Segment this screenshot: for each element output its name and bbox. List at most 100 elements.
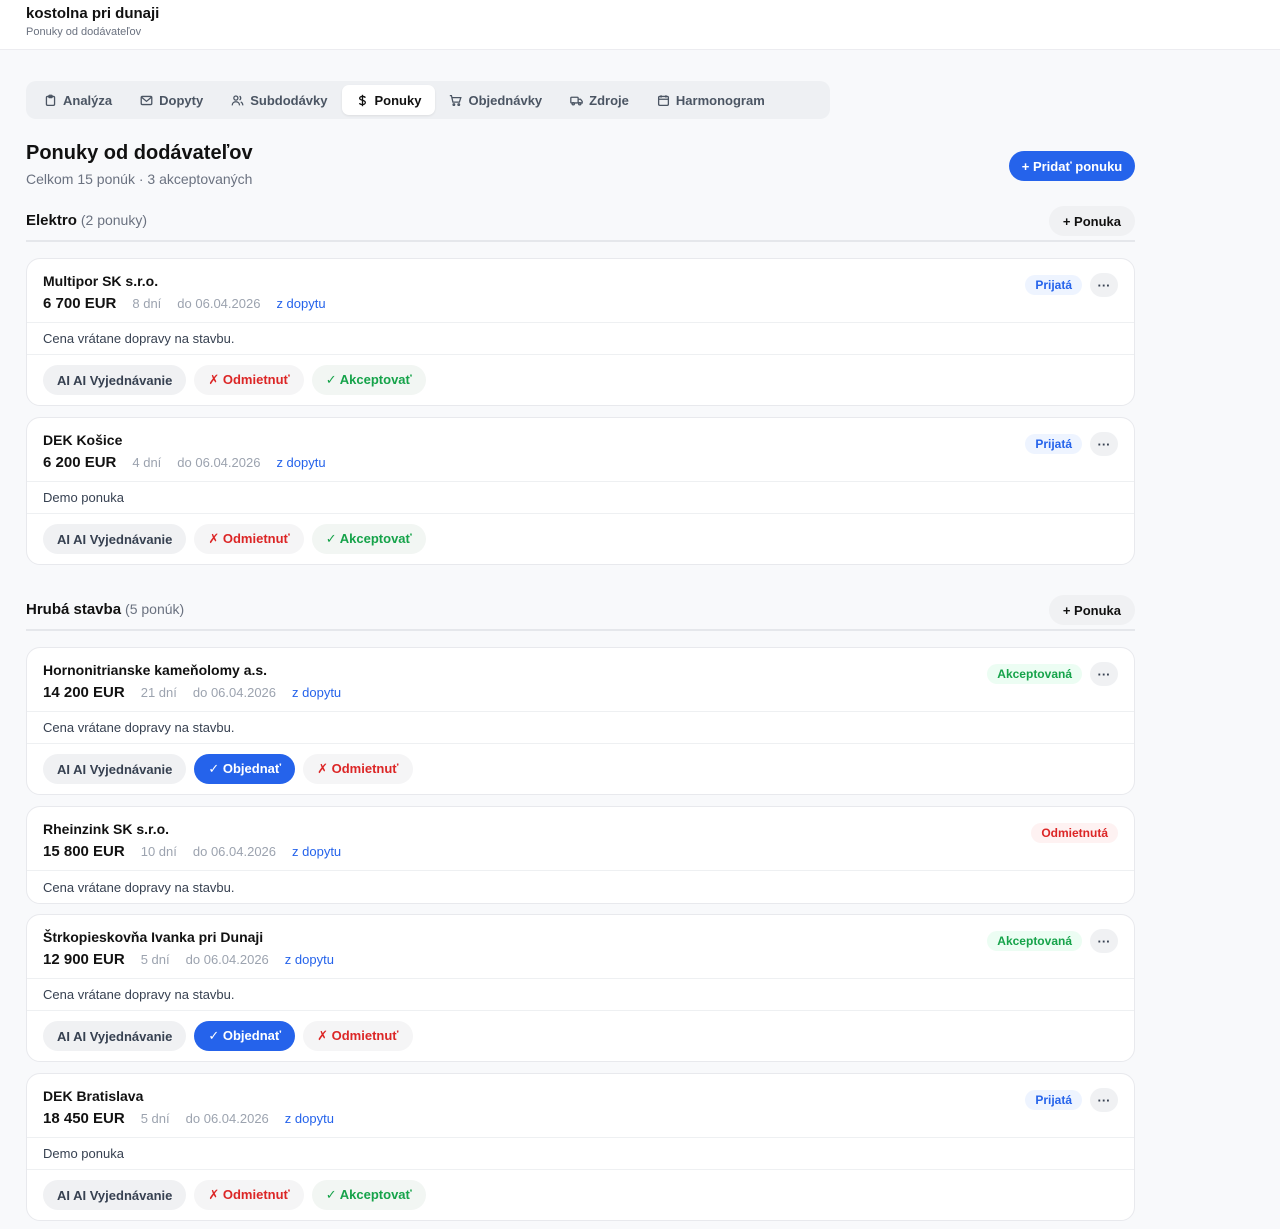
group-add-offer-button[interactable]: + Ponuka — [1048, 206, 1135, 236]
offer-note: Demo ponuka — [27, 1138, 1134, 1170]
delivery-days: 4 dní — [132, 455, 162, 470]
reject-button[interactable]: ✗ Odmietnuť — [194, 1180, 304, 1210]
tab-label: Ponuky — [374, 92, 422, 108]
supplier-name: DEK Košice — [43, 432, 123, 448]
offer-header: Multipor SK s.r.o. 6 700 EUR 8 dní do 06… — [27, 259, 1134, 323]
delivery-days: 21 dní — [140, 685, 177, 700]
source-link[interactable]: z dopytu — [292, 844, 341, 859]
offer-price: 15 800 EUR — [43, 843, 125, 860]
group-name: Elektro — [26, 212, 77, 229]
offer-deadline: do 06.04.2026 — [185, 1111, 269, 1126]
calendar-icon — [657, 94, 670, 107]
offer-deadline: do 06.04.2026 — [185, 952, 269, 967]
offer-meta: 15 800 EUR 10 dní do 06.04.2026 z dopytu — [43, 843, 341, 860]
offer-note: Demo ponuka — [27, 482, 1134, 514]
offer-card: Hornonitrianske kameňolomy a.s. 14 200 E… — [26, 647, 1135, 795]
offer-actions: AI AI Vyjednávanie ✗ Odmietnuť ✓ Akcepto… — [27, 514, 1134, 564]
offer-meta: 18 450 EUR 5 dní do 06.04.2026 z dopytu — [43, 1110, 334, 1127]
supplier-name: Štrkopieskovňa Ivanka pri Dunaji — [43, 929, 264, 945]
reject-button[interactable]: ✗ Odmietnuť — [303, 1021, 413, 1051]
tab-harmonogram[interactable]: Harmonogram — [643, 85, 779, 115]
accept-button[interactable]: ✓ Akceptovať — [311, 1180, 426, 1210]
tab-label: Analýza — [63, 92, 113, 108]
tab-analyza[interactable]: Analýza — [30, 85, 126, 115]
group-header-hruba-stavba: Hrubá stavba (5 ponúk) + Ponuka — [26, 595, 1135, 631]
offer-note: Cena vrátane dopravy na stavbu. — [27, 712, 1134, 744]
accept-button[interactable]: ✓ Akceptovať — [311, 524, 426, 554]
ai-negotiation-button[interactable]: AI AI Vyjednávanie — [43, 524, 187, 554]
reject-button[interactable]: ✗ Odmietnuť — [194, 365, 304, 395]
supplier-name: Multipor SK s.r.o. — [43, 273, 159, 289]
more-menu-button[interactable]: ··· — [1090, 662, 1118, 686]
more-menu-button[interactable]: ··· — [1090, 273, 1118, 297]
tab-label: Zdroje — [589, 92, 629, 108]
ai-negotiation-button[interactable]: AI AI Vyjednávanie — [43, 365, 187, 395]
accept-button[interactable]: ✓ Akceptovať — [311, 365, 426, 395]
clipboard-icon — [44, 94, 57, 107]
offer-header: DEK Košice 6 200 EUR 4 dní do 06.04.2026… — [27, 418, 1134, 482]
more-menu-button[interactable]: ··· — [1090, 1088, 1118, 1112]
offer-actions: AI AI Vyjednávanie ✓ Objednať ✗ Odmietnu… — [27, 744, 1134, 794]
offer-deadline: do 06.04.2026 — [192, 844, 277, 859]
cart-icon — [449, 94, 463, 107]
offer-note: Cena vrátane dopravy na stavbu. — [27, 323, 1134, 355]
supplier-name: Hornonitrianske kameňolomy a.s. — [43, 662, 268, 678]
source-link[interactable]: z dopytu — [285, 1111, 334, 1126]
offer-deadline: do 06.04.2026 — [177, 455, 261, 470]
reject-button[interactable]: ✗ Odmietnuť — [194, 524, 304, 554]
supplier-name: Rheinzink SK s.r.o. — [43, 821, 170, 837]
delivery-days: 5 dní — [140, 952, 170, 967]
supplier-name: DEK Bratislava — [43, 1088, 144, 1104]
ai-negotiation-button[interactable]: AI AI Vyjednávanie — [43, 754, 187, 784]
reject-button[interactable]: ✗ Odmietnuť — [303, 754, 413, 784]
more-menu-button[interactable]: ··· — [1090, 929, 1118, 953]
tab-subdodavky[interactable]: Subdodávky — [217, 85, 341, 115]
offer-price: 18 450 EUR — [43, 1110, 125, 1127]
offer-header: Hornonitrianske kameňolomy a.s. 14 200 E… — [27, 648, 1134, 712]
group-add-offer-button[interactable]: + Ponuka — [1048, 595, 1135, 625]
offer-card: DEK Bratislava 18 450 EUR 5 dní do 06.04… — [26, 1073, 1135, 1221]
tab-bar: Analýza Dopyty Subdodávky Ponuky Objedná… — [26, 81, 830, 119]
offer-header: Štrkopieskovňa Ivanka pri Dunaji 12 900 … — [27, 915, 1134, 979]
mail-icon — [140, 94, 153, 107]
group-title: Hrubá stavba (5 ponúk) — [26, 601, 184, 618]
delivery-days: 5 dní — [140, 1111, 170, 1126]
source-link[interactable]: z dopytu — [276, 455, 325, 470]
order-button[interactable]: ✓ Objednať — [194, 754, 296, 784]
tab-dopyty[interactable]: Dopyty — [126, 85, 217, 115]
ai-negotiation-button[interactable]: AI AI Vyjednávanie — [43, 1180, 187, 1210]
tab-ponuky[interactable]: Ponuky — [341, 85, 436, 115]
status-badge: Akceptovaná — [987, 664, 1082, 684]
group-header-elektro: Elektro (2 ponuky) + Ponuka — [26, 206, 1135, 242]
offer-note: Cena vrátane dopravy na stavbu. — [27, 979, 1134, 1011]
tab-label: Dopyty — [159, 92, 204, 108]
source-link[interactable]: z dopytu — [285, 952, 334, 967]
offer-header: DEK Bratislava 18 450 EUR 5 dní do 06.04… — [27, 1074, 1134, 1138]
page-summary: Celkom 15 ponúk · 3 akceptovaných — [26, 171, 253, 187]
tab-zdroje[interactable]: Zdroje — [556, 85, 643, 115]
add-offer-button[interactable]: + Pridať ponuku — [1009, 151, 1135, 181]
delivery-days: 10 dní — [140, 844, 177, 859]
offer-actions: AI AI Vyjednávanie ✗ Odmietnuť ✓ Akcepto… — [27, 1170, 1134, 1220]
group-title: Elektro (2 ponuky) — [26, 212, 147, 229]
tab-objednavky[interactable]: Objednávky — [435, 85, 556, 115]
offer-card: Štrkopieskovňa Ivanka pri Dunaji 12 900 … — [26, 914, 1135, 1062]
ai-negotiation-button[interactable]: AI AI Vyjednávanie — [43, 1021, 187, 1051]
offer-card: Multipor SK s.r.o. 6 700 EUR 8 dní do 06… — [26, 258, 1135, 406]
offer-card: DEK Košice 6 200 EUR 4 dní do 06.04.2026… — [26, 417, 1135, 565]
tab-label: Objednávky — [468, 92, 543, 108]
offer-meta: 6 200 EUR 4 dní do 06.04.2026 z dopytu — [43, 454, 326, 471]
offer-meta: 6 700 EUR 8 dní do 06.04.2026 z dopytu — [43, 295, 326, 312]
order-button[interactable]: ✓ Objednať — [194, 1021, 296, 1051]
offer-actions: AI AI Vyjednávanie ✗ Odmietnuť ✓ Akcepto… — [27, 355, 1134, 405]
source-link[interactable]: z dopytu — [276, 296, 325, 311]
offer-meta: 12 900 EUR 5 dní do 06.04.2026 z dopytu — [43, 951, 334, 968]
more-menu-button[interactable]: ··· — [1090, 432, 1118, 456]
offer-header: Rheinzink SK s.r.o. 15 800 EUR 10 dní do… — [27, 807, 1134, 871]
source-link[interactable]: z dopytu — [292, 685, 341, 700]
offer-note: Cena vrátane dopravy na stavbu. — [43, 879, 235, 895]
offer-price: 6 200 EUR — [43, 454, 117, 471]
group-count: (2 ponuky) — [80, 212, 148, 228]
delivery-days: 8 dní — [132, 296, 162, 311]
truck-icon — [570, 94, 584, 107]
